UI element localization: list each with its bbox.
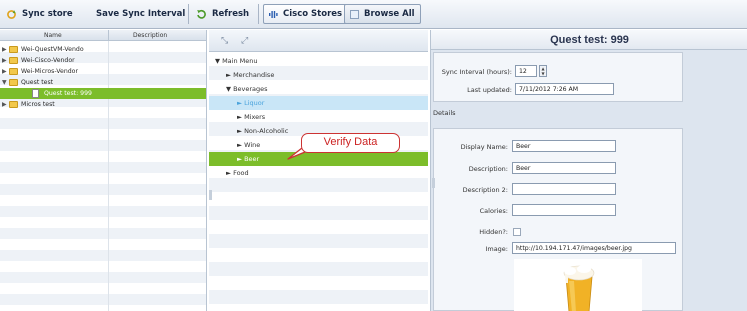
toolbar: Sync store Save Sync Interval Refresh Ci…	[0, 0, 747, 29]
details-box: Display Name: Beer Description: Beer Des…	[433, 128, 683, 311]
stores-panel: Name Description ▶ Wei-QuestVM-Vendo ▶ W…	[0, 30, 207, 311]
tree-item-label: Micros test	[21, 100, 55, 108]
folder-icon	[9, 68, 18, 75]
image-url-field[interactable]: http://10.194.171.47/images/beer.jpg	[512, 242, 676, 254]
tree-item-wei-cisco-vendor[interactable]: ▶ Wei-Cisco-Vendor	[0, 55, 206, 66]
calories-label: Calories:	[479, 207, 508, 215]
refresh-button[interactable]: Refresh	[196, 4, 249, 24]
sync-icon	[7, 9, 16, 19]
details-section-label: Details	[433, 109, 456, 117]
menu-item-label: ► Liquor	[237, 99, 265, 107]
folder-open-icon	[9, 79, 18, 86]
tree-item-label: Wei-QuestVM-Vendo	[21, 45, 84, 53]
collapse-arrow-icon[interactable]: ▼	[2, 79, 7, 86]
menu-item-label: ► Merchandise	[226, 71, 275, 79]
column-divider	[108, 30, 109, 41]
toolbar-divider	[188, 4, 189, 24]
expand-arrow-icon[interactable]: ▶	[2, 101, 7, 108]
last-updated-field: 7/11/2012 7:26 AM	[515, 83, 614, 95]
expand-all-icon[interactable]: ⤡	[221, 36, 228, 46]
cisco-stores-button[interactable]: Cisco Stores	[263, 4, 349, 24]
display-name-field[interactable]: Beer	[512, 140, 616, 152]
collapse-all-icon[interactable]: ⤢	[241, 36, 248, 46]
tree-item-label: Quest test	[21, 78, 54, 86]
tree-item-wei-micros-vendor[interactable]: ▶ Wei-Micros-Vendor	[0, 66, 206, 77]
save-sync-interval-button[interactable]: Save Sync Interval	[96, 4, 185, 24]
beer-glass-icon	[563, 265, 595, 311]
sync-store-label: Sync store	[22, 9, 73, 19]
hidden-label: Hidden?:	[479, 228, 508, 236]
sync-interval-input[interactable]: 12	[515, 65, 537, 77]
verify-data-callout: Verify Data	[301, 133, 400, 153]
tree-item-label: Quest test: 999	[44, 89, 92, 97]
menu-item-food[interactable]: ► Food	[209, 166, 428, 180]
folder-icon	[9, 101, 18, 108]
menu-item-label: ► Beer	[237, 155, 260, 163]
document-icon	[32, 89, 39, 98]
resize-handle[interactable]	[209, 190, 212, 200]
menu-item-beer[interactable]: ► Beer	[209, 152, 428, 166]
description-2-label: Description 2:	[462, 186, 508, 194]
cisco-stores-label: Cisco Stores	[283, 9, 343, 19]
expand-arrow-icon[interactable]: ▶	[2, 57, 7, 64]
browse-all-label: Browse All	[364, 9, 415, 19]
sync-interval-stepper[interactable]: ▲ ▼	[539, 65, 547, 77]
tree-item-quest-test-999[interactable]: Quest test: 999	[0, 88, 206, 99]
menu-item-mixers[interactable]: ► Mixers	[209, 110, 428, 124]
tree-item-wei-questvm-vendo[interactable]: ▶ Wei-QuestVM-Vendo	[0, 44, 206, 55]
save-sync-interval-label: Save Sync Interval	[96, 9, 186, 19]
hidden-checkbox[interactable]	[513, 228, 521, 236]
folder-icon	[9, 57, 18, 64]
display-name-label: Display Name:	[460, 143, 508, 151]
cisco-logo-icon	[269, 10, 278, 18]
menu-item-merchandise[interactable]: ► Merchandise	[209, 68, 428, 82]
toolbar-divider	[258, 4, 259, 24]
sync-interval-label: Sync Interval (hours):	[441, 68, 512, 76]
tree-item-label: Wei-Cisco-Vendor	[21, 56, 75, 64]
column-header-description[interactable]: Description	[133, 32, 167, 39]
image-label: Image:	[485, 245, 508, 253]
description-label: Description:	[468, 165, 508, 173]
menu-item-label: ► Wine	[237, 141, 261, 149]
sync-store-button[interactable]: Sync store	[6, 4, 73, 24]
folder-icon	[9, 46, 18, 53]
description-field[interactable]: Beer	[512, 162, 616, 174]
calories-field[interactable]	[512, 204, 616, 216]
refresh-label: Refresh	[212, 9, 250, 19]
menu-panel: ⤡ ⤢ ▼ Main Menu ► Merchandise ▼ Beverage…	[209, 30, 428, 311]
column-header-name[interactable]: Name	[44, 32, 62, 39]
expand-arrow-icon[interactable]: ▶	[2, 46, 7, 53]
last-updated-label: Last updated:	[467, 86, 512, 94]
menu-item-label: ► Non-Alcoholic	[237, 127, 289, 135]
beer-image	[514, 259, 642, 311]
resize-handle[interactable]	[432, 178, 435, 188]
refresh-icon	[197, 9, 206, 19]
expand-arrow-icon[interactable]: ▶	[2, 68, 7, 75]
menu-toolbar: ⤡ ⤢	[209, 30, 428, 52]
browse-all-button[interactable]: Browse All	[344, 4, 421, 24]
page-title: Quest test: 999	[431, 30, 747, 50]
menu-item-label: ► Food	[226, 169, 249, 177]
tree-item-quest-test[interactable]: ▼ Quest test	[0, 77, 206, 88]
menu-item-beverages[interactable]: ▼ Beverages	[209, 82, 428, 96]
tree-item-label: Wei-Micros-Vendor	[21, 67, 78, 75]
stores-header: Name Description	[0, 30, 206, 41]
detail-panel: Quest test: 999 Sync Interval (hours): 1…	[430, 30, 747, 311]
menu-item-label: ▼ Main Menu	[215, 57, 258, 65]
sync-settings-box: Sync Interval (hours): 12 ▲ ▼ Last update…	[433, 52, 683, 102]
description-2-field[interactable]	[512, 183, 616, 195]
browse-icon	[350, 9, 359, 19]
menu-item-label: ▼ Beverages	[226, 85, 268, 93]
menu-item-main-menu[interactable]: ▼ Main Menu	[209, 54, 428, 68]
tree-item-micros-test[interactable]: ▶ Micros test	[0, 99, 206, 110]
menu-item-liquor[interactable]: ► Liquor	[209, 96, 428, 110]
menu-item-label: ► Mixers	[237, 113, 266, 121]
